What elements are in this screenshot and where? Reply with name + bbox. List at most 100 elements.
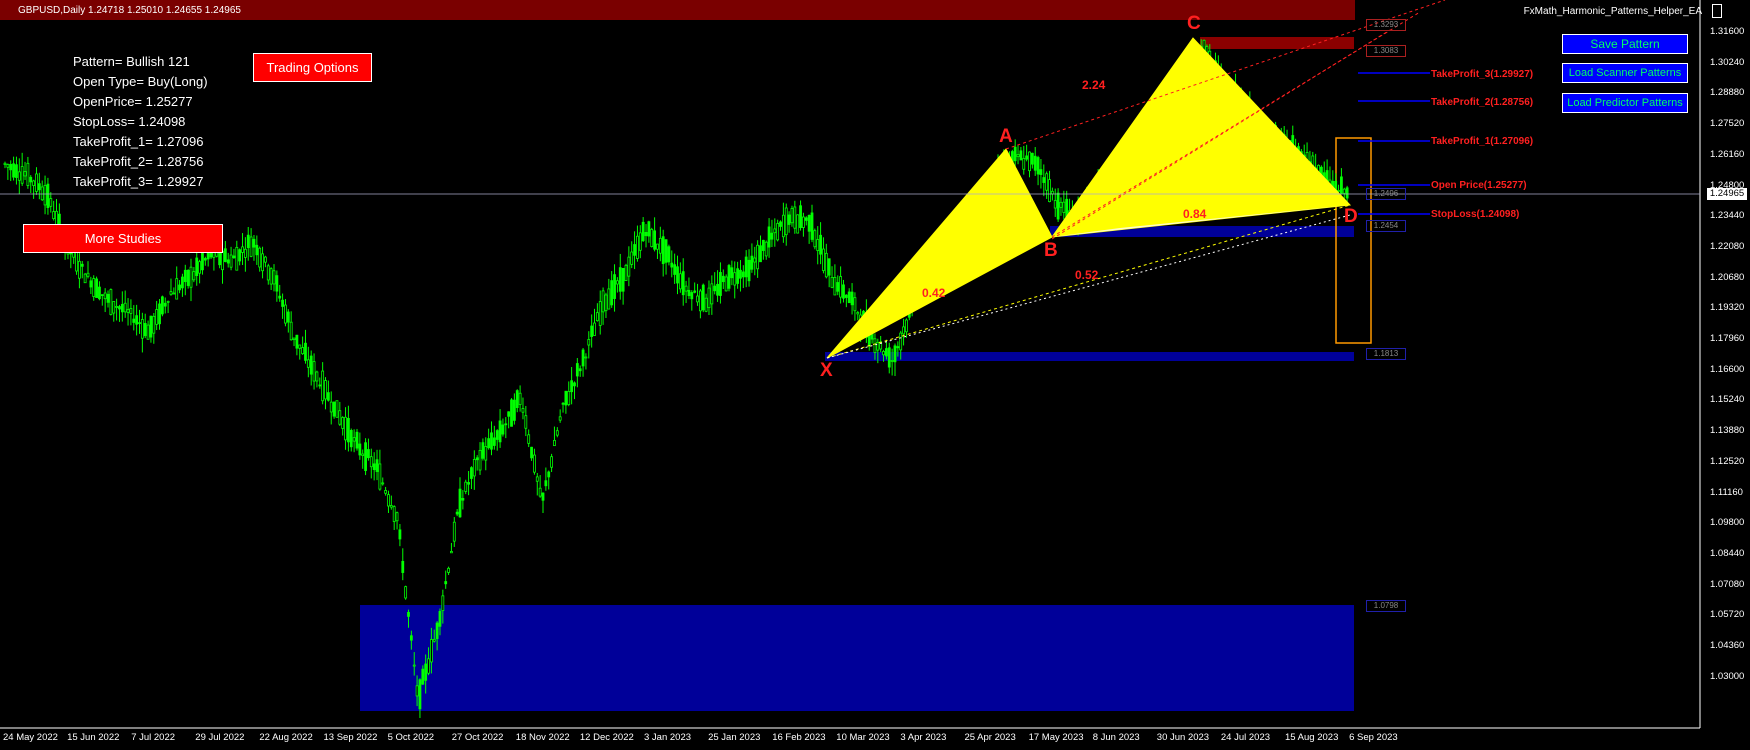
candle-body	[195, 257, 199, 276]
candle-body	[32, 180, 36, 186]
candle-body	[598, 301, 602, 326]
candle-body	[20, 166, 24, 184]
candle-body	[741, 271, 745, 278]
candle-body	[3, 162, 7, 166]
ea-close-icon[interactable]	[1712, 4, 1722, 18]
candle-body	[830, 277, 834, 288]
candle-body	[756, 244, 760, 270]
candle-body	[512, 399, 516, 421]
trading-options-button[interactable]: Trading Options	[253, 53, 372, 82]
candle-body	[372, 463, 376, 471]
ratio-xb-label: 0.42	[922, 286, 946, 300]
candle-body	[389, 505, 393, 508]
candle-body	[112, 301, 116, 314]
candle-body	[530, 446, 533, 459]
candle-body	[656, 243, 659, 250]
candle-body	[26, 162, 30, 186]
open-price: OpenPrice= 1.25277	[73, 94, 193, 109]
y-tick-label: 1.19320	[1710, 302, 1745, 314]
y-tick-label: 1.03000	[1710, 670, 1745, 682]
candle-body	[152, 315, 156, 334]
candle-body	[418, 679, 422, 710]
candle-body	[255, 244, 259, 256]
candle-body	[284, 304, 287, 324]
candle-body	[1056, 192, 1060, 220]
candle-body	[135, 315, 139, 325]
candle-body	[687, 289, 691, 297]
candle-body	[392, 506, 396, 522]
x-tick-label: 3 Jan 2023	[644, 732, 692, 743]
candle-body	[673, 264, 677, 275]
more-studies-button[interactable]: More Studies	[23, 224, 223, 253]
candle-body	[335, 400, 339, 418]
candle-body	[624, 264, 628, 282]
y-tick-label: 1.16600	[1710, 363, 1745, 375]
candle-body	[701, 284, 705, 311]
candle-body	[369, 456, 373, 468]
candle-body	[853, 297, 857, 312]
candle-body	[799, 205, 802, 228]
y-tick-label: 1.31600	[1710, 26, 1745, 37]
candle-body	[733, 272, 737, 286]
candle-body	[902, 326, 905, 335]
candle-body	[504, 423, 508, 426]
candle-body	[487, 438, 491, 449]
load-scanner-button[interactable]: Load Scanner Patterns	[1562, 63, 1688, 83]
candle-body	[784, 207, 788, 236]
y-tick-label: 1.26160	[1710, 148, 1745, 160]
candle-body	[235, 246, 239, 271]
y-tick-label: 1.30240	[1710, 56, 1745, 68]
y-tick-label: 1.17960	[1710, 333, 1745, 344]
candle-body	[744, 256, 748, 278]
point-d-label: D	[1344, 206, 1358, 227]
candle-body	[126, 308, 130, 313]
candle-body	[787, 214, 791, 225]
candle-body	[401, 560, 405, 573]
candle-body	[492, 437, 496, 446]
save-pattern-button[interactable]: Save Pattern	[1562, 34, 1688, 54]
candle-body	[404, 586, 408, 599]
candle-body	[601, 290, 605, 313]
candle-body	[827, 258, 831, 276]
candle-body	[822, 248, 825, 271]
candle-body	[759, 245, 762, 263]
candle-body	[767, 226, 771, 248]
price-chart[interactable]	[0, 0, 1750, 750]
candle-body	[175, 278, 179, 300]
candle-body	[29, 176, 33, 183]
x-tick-label: 25 Jan 2023	[708, 732, 761, 743]
candle-body	[261, 253, 264, 272]
candle-body	[850, 291, 854, 306]
candle-body	[661, 236, 665, 265]
candle-body	[341, 417, 345, 429]
x-tick-label: 13 Sep 2022	[323, 732, 378, 743]
candle-body	[203, 258, 207, 261]
candle-body	[155, 309, 159, 325]
candle-body	[1059, 201, 1063, 208]
candle-body	[364, 442, 367, 471]
candle-body	[524, 415, 528, 429]
candle-body	[484, 446, 488, 461]
candle-body	[100, 294, 104, 296]
candle-body	[896, 346, 900, 349]
candle-body	[355, 431, 359, 449]
candle-body	[587, 339, 591, 346]
candle-body	[329, 401, 333, 413]
x-tick-label: 16 Feb 2023	[772, 732, 826, 743]
candle-body	[527, 434, 531, 444]
candle-body	[533, 454, 536, 473]
candle-body	[501, 424, 505, 435]
level-box-6: 1.0798	[1366, 600, 1406, 612]
candle-body	[132, 318, 136, 323]
ratio-xd-label: 0.52	[1075, 268, 1099, 282]
tp1-level-label: TakeProfit_1(1.27096)	[1431, 136, 1534, 147]
candle-body	[301, 347, 305, 355]
y-tick-label: 1.28880	[1710, 87, 1745, 99]
candle-body	[424, 663, 428, 681]
candle-body	[129, 308, 133, 314]
candle-body	[89, 280, 93, 288]
candle-body	[281, 299, 284, 307]
candle-body	[584, 356, 588, 359]
candle-body	[146, 324, 150, 340]
load-predictor-button[interactable]: Load Predictor Patterns	[1562, 93, 1688, 113]
